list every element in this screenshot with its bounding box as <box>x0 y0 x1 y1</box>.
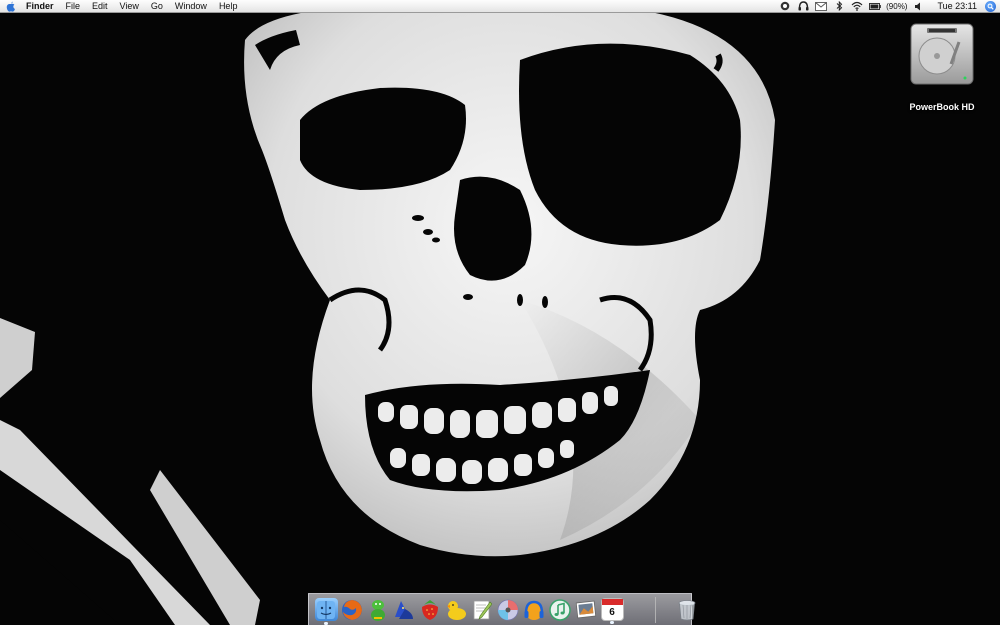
menu-view[interactable]: View <box>114 0 145 13</box>
dock: 6 <box>308 593 696 625</box>
menu-window[interactable]: Window <box>169 0 213 13</box>
trash-icon <box>678 599 696 620</box>
spotlight-icon[interactable] <box>985 0 996 12</box>
iphoto-icon <box>575 600 597 618</box>
apple-icon <box>6 1 15 12</box>
adium-icon <box>371 599 385 621</box>
desktop-wallpaper <box>0 0 1000 625</box>
dock-strawberry-app[interactable] <box>419 598 442 621</box>
running-indicator <box>610 621 614 624</box>
dock-firefox[interactable] <box>341 598 364 621</box>
desktop-icon-powerbook-hd[interactable]: PowerBook HD <box>904 20 980 112</box>
dock-iphoto[interactable] <box>575 598 598 621</box>
wifi-icon[interactable] <box>851 1 863 12</box>
menu-edit[interactable]: Edit <box>86 0 114 13</box>
itunes-icon <box>549 598 571 621</box>
dock-ical[interactable]: 6 <box>600 598 624 624</box>
dock-itunes[interactable] <box>549 598 572 621</box>
headphones-icon <box>524 600 544 620</box>
apple-menu[interactable] <box>0 0 22 13</box>
calendar-icon <box>601 599 623 605</box>
battery-icon[interactable] <box>869 1 881 12</box>
ichat-status-icon[interactable] <box>779 1 791 12</box>
menu-help[interactable]: Help <box>213 0 244 13</box>
mail-icon[interactable] <box>815 1 828 12</box>
volume-icon[interactable] <box>912 1 924 12</box>
battery-percentage: (90%) <box>886 1 908 11</box>
dock-trash[interactable] <box>676 598 699 621</box>
dock-cd-app[interactable] <box>497 598 520 621</box>
dock-cyberduck[interactable] <box>445 598 468 621</box>
menubar-clock[interactable]: Tue 23:11 <box>937 1 977 11</box>
bluetooth-icon[interactable] <box>833 1 845 12</box>
hard-drive-icon <box>910 23 974 85</box>
cd-icon <box>497 599 519 620</box>
finder-icon <box>317 600 335 619</box>
dock-finder[interactable] <box>314 598 338 625</box>
headphones-icon[interactable] <box>797 1 809 12</box>
menu-extras: (90%) Tue 23:11 <box>776 0 1000 13</box>
duck-icon <box>447 600 466 620</box>
dock-wizard-app[interactable] <box>393 598 416 621</box>
calendar-day: 6 <box>609 606 615 618</box>
menu-file[interactable]: File <box>60 0 87 13</box>
desktop-icon-label: PowerBook HD <box>909 102 975 112</box>
menu-go[interactable]: Go <box>145 0 169 13</box>
dock-adium[interactable] <box>367 598 390 621</box>
dock-audio-app[interactable] <box>523 598 546 621</box>
dock-textedit[interactable] <box>471 598 494 621</box>
menu-finder[interactable]: Finder <box>22 0 60 13</box>
wizard-icon <box>395 600 413 619</box>
menu-bar: Finder File Edit View Go Window Help (90… <box>0 0 1000 13</box>
textedit-icon <box>473 600 492 620</box>
dock-separator <box>655 596 656 623</box>
strawberry-icon <box>422 599 438 620</box>
firefox-icon <box>342 599 362 620</box>
